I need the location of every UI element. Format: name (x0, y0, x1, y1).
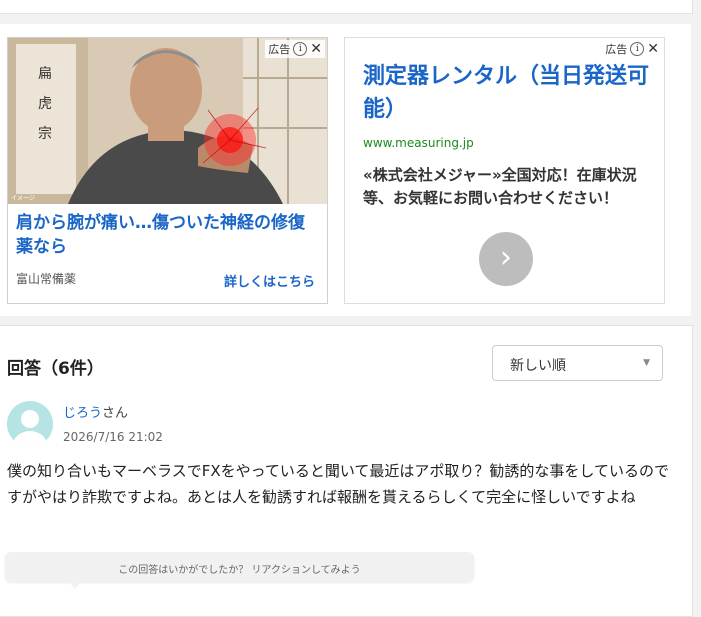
answers-section: 回答（6件） 新しい順 ▼ じろうさん 2026/7/16 21:02 僕の知り… (0, 325, 693, 617)
ad-left[interactable]: 扁 虎 宗 イメージ 広告 i ✕ 肩から腕が痛い…傷ついた神経の修復薬なら 富… (7, 37, 328, 304)
reaction-prompt-pointer (69, 582, 81, 589)
reaction-prompt-text: この回答はいかがでしたか？ リアクションしてみよう (118, 565, 361, 576)
answer-user-honorific: さん (102, 406, 129, 421)
ad-left-sponsor: 富山常備薬 (16, 272, 77, 286)
answer-body: 僕の知り合いもマーベラスでFXをやっていると聞いて最近はアポ取り？勧誘的な事をし… (7, 462, 669, 506)
ad-right-description: «株式会社メジャー»全国対応！在庫状況等、お気軽にお問い合わせください！ (363, 166, 637, 207)
sort-order-select[interactable]: 新しい順 ▼ (492, 345, 663, 381)
ad-right-url[interactable]: www.measuring.jp (363, 136, 474, 150)
answer-date: 2026/7/16 21:02 (63, 430, 163, 444)
ad-info-icon[interactable]: i (630, 42, 645, 56)
ad-left-image-caption: イメージ (11, 195, 35, 202)
dropdown-caret-icon: ▼ (643, 358, 650, 368)
reaction-prompt[interactable]: この回答はいかがでしたか？ リアクションしてみよう (5, 552, 474, 582)
ad-label: 広告 (268, 43, 291, 56)
next-arrow-icon[interactable]: › (479, 232, 533, 286)
svg-text:宗: 宗 (38, 126, 52, 142)
ad-left-tag[interactable]: 広告 i ✕ (265, 40, 325, 58)
ad-label: 広告 (605, 43, 628, 56)
ad-right[interactable]: 広告 i ✕ 測定器レンタル（当日発送可能） www.measuring.jp … (344, 37, 665, 304)
ad-right-title[interactable]: 測定器レンタル（当日発送可能） (363, 60, 653, 126)
answer-user[interactable]: じろうさん (63, 402, 128, 421)
ad-right-tag[interactable]: 広告 i ✕ (602, 40, 662, 58)
ad-close-icon[interactable]: ✕ (310, 42, 322, 56)
answers-heading: 回答（6件） (7, 359, 104, 379)
user-avatar-icon[interactable] (7, 401, 53, 447)
ad-left-image: 扁 虎 宗 イメージ (8, 38, 327, 204)
ad-info-icon[interactable]: i (293, 42, 308, 56)
ad-close-icon[interactable]: ✕ (647, 42, 659, 56)
previous-card (0, 0, 693, 14)
answer-user-name[interactable]: じろう (63, 406, 102, 421)
sort-selected-value: 新しい順 (510, 358, 566, 374)
ad-left-cta-link[interactable]: 詳しくはこちら (224, 271, 315, 290)
svg-text:虎: 虎 (38, 96, 52, 112)
svg-text:扁: 扁 (38, 66, 52, 82)
ad-left-title[interactable]: 肩から腕が痛い…傷ついた神経の修復薬なら (16, 211, 321, 259)
